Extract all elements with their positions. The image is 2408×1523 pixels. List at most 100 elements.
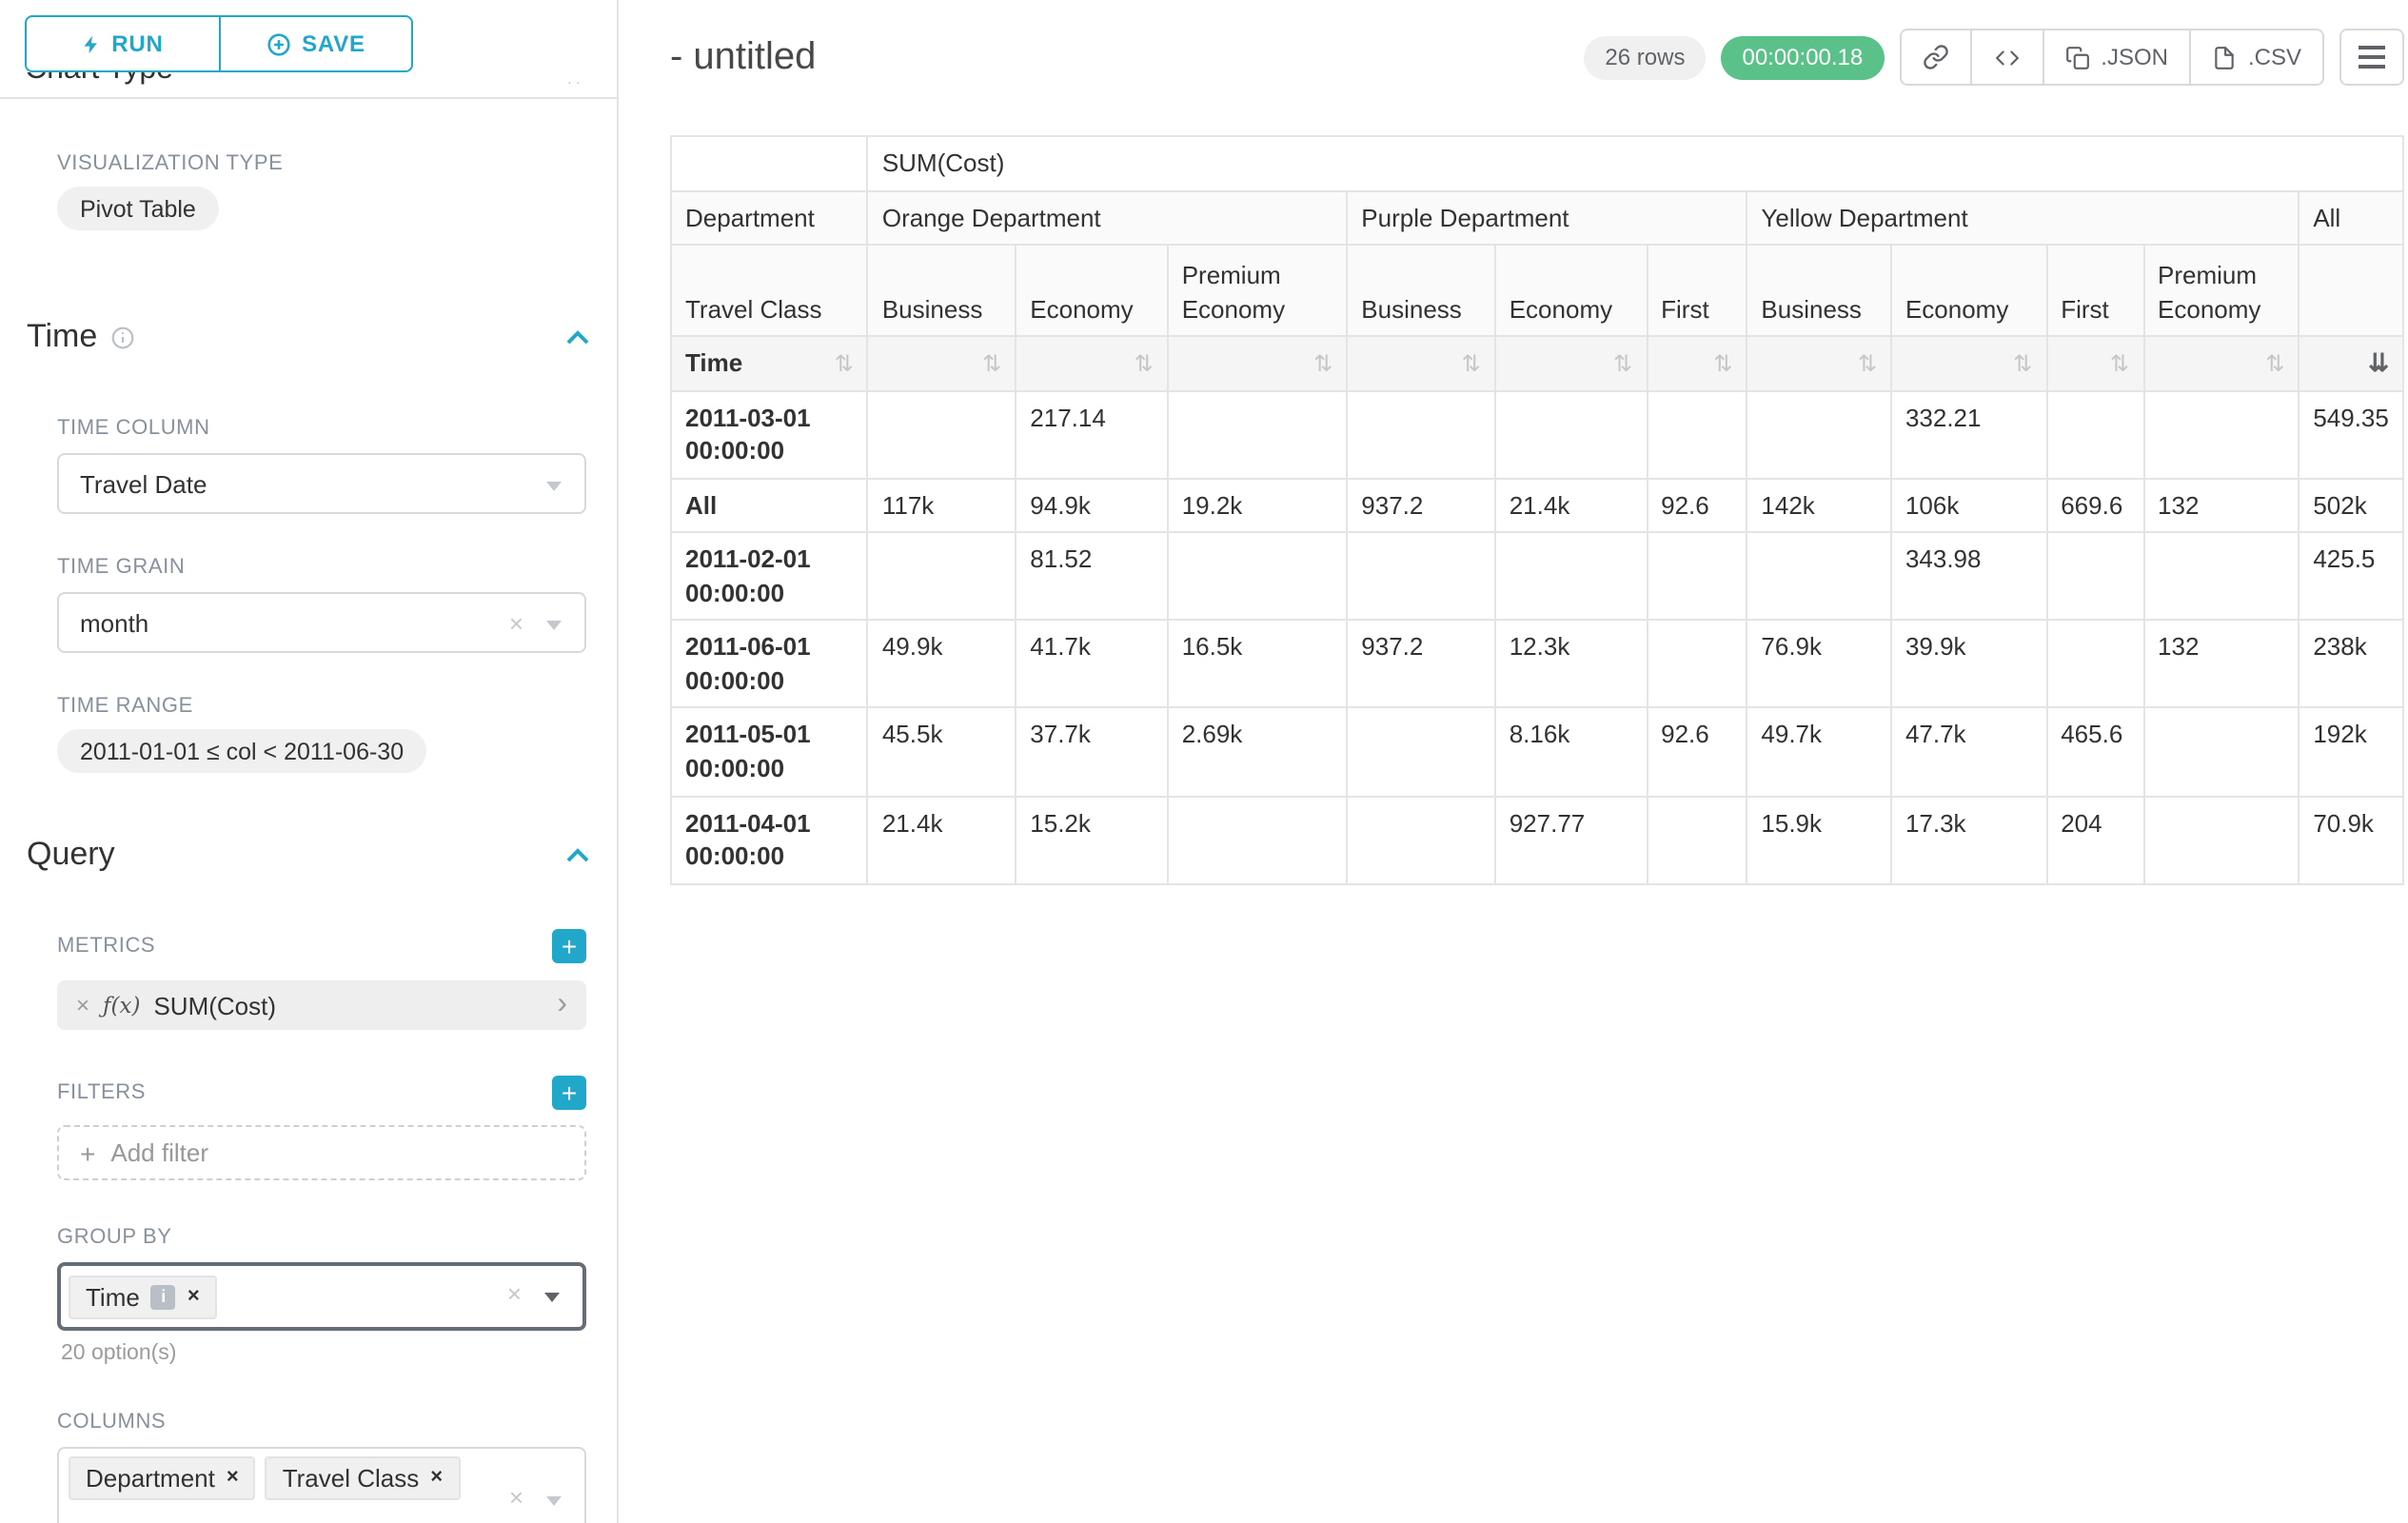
column-sort-header[interactable]: ⇅: [1647, 336, 1747, 390]
column-sort-header[interactable]: ⇅: [1168, 336, 1348, 390]
travel-class-header[interactable]: First: [2046, 245, 2143, 336]
add-metric-button[interactable]: +: [552, 929, 586, 963]
value-cell: [1647, 621, 1747, 708]
sort-icon[interactable]: ⇅: [1313, 350, 1332, 377]
chart-title[interactable]: - untitled: [670, 35, 816, 79]
value-cell: 49.9k: [868, 621, 1016, 708]
column-sort-header[interactable]: ⇅: [2143, 336, 2299, 390]
row-count-badge: 26 rows: [1584, 35, 1706, 79]
column-sort-header[interactable]: ⇅: [1747, 336, 1891, 390]
time-grain-select[interactable]: month ×: [57, 592, 586, 653]
column-sort-header[interactable]: ⇅: [1347, 336, 1494, 390]
department-header[interactable]: Orange Department: [868, 190, 1347, 245]
column-sort-header[interactable]: ⇅: [1495, 336, 1647, 390]
value-cell: [1747, 533, 1891, 621]
clear-icon[interactable]: ×: [509, 609, 523, 639]
column-sort-header[interactable]: ⇅: [1016, 336, 1167, 390]
value-cell: [1347, 708, 1494, 796]
clear-icon[interactable]: ×: [509, 1482, 523, 1512]
add-filter-dropzone[interactable]: + Add filter: [57, 1125, 586, 1180]
travel-class-header[interactable]: Business: [868, 245, 1016, 336]
columns-tag[interactable]: Travel Class×: [266, 1456, 460, 1500]
remove-tag-icon[interactable]: ×: [188, 1286, 200, 1307]
chevron-down-icon: [544, 1293, 560, 1302]
sort-icon[interactable]: ⇅: [2013, 350, 2032, 377]
groupby-select[interactable]: Timei× ×: [57, 1262, 586, 1331]
value-cell: 425.5: [2299, 533, 2403, 621]
metric-header: SUM(Cost): [868, 136, 2403, 190]
travel-class-header[interactable]: Business: [1747, 245, 1891, 336]
value-cell: 19.2k: [1168, 478, 1348, 532]
row-label: 2011-04-01 00:00:00: [671, 796, 868, 883]
filters-label: FILTERS: [57, 1081, 146, 1104]
travel-class-header[interactable]: Economy: [1495, 245, 1647, 336]
travel-class-header[interactable]: Economy: [1016, 245, 1167, 336]
column-sort-header[interactable]: ⇅: [2046, 336, 2143, 390]
menu-button[interactable]: [2339, 29, 2404, 86]
explore-page: RUN SAVE Chart Type ∙∙ VISUALIZATION TYP…: [0, 0, 2408, 1523]
sort-icon[interactable]: ⇅: [1613, 350, 1632, 377]
sort-icon[interactable]: ⇅: [1858, 350, 1877, 377]
metrics-label: METRICS: [57, 935, 155, 958]
value-cell: 217.14: [1016, 390, 1167, 478]
groupby-tag[interactable]: Timei×: [69, 1275, 217, 1318]
travel-class-header[interactable]: Business: [1347, 245, 1494, 336]
column-sort-header-active[interactable]: ⇊: [2299, 336, 2403, 390]
sort-icon[interactable]: ⇅: [1135, 350, 1154, 377]
sort-icon[interactable]: ⇅: [982, 350, 1001, 377]
time-column-value: Travel Date: [80, 469, 207, 498]
column-dimension-header: Department: [671, 190, 868, 245]
column-sort-header[interactable]: ⇅: [1891, 336, 2046, 390]
add-filter-button[interactable]: +: [552, 1076, 586, 1110]
visualization-type-value[interactable]: Pivot Table: [57, 187, 219, 230]
time-section-header[interactable]: Time: [0, 318, 617, 356]
metric-option[interactable]: × ƒ(x) SUM(Cost) ›: [57, 980, 586, 1030]
chevron-up-icon[interactable]: [565, 847, 590, 864]
function-icon: ƒ(x): [103, 992, 140, 1019]
info-circle-icon: [110, 325, 135, 349]
sort-desc-active-icon[interactable]: ⇊: [2368, 348, 2389, 377]
value-cell: 49.7k: [1747, 708, 1891, 796]
department-header[interactable]: Purple Department: [1347, 190, 1747, 245]
value-cell: 21.4k: [1495, 478, 1647, 532]
download-json-button[interactable]: .JSON: [2042, 30, 2189, 84]
info-badge-icon: i: [151, 1284, 176, 1309]
row-dimension-sort-header[interactable]: Time⇅: [671, 336, 868, 390]
link-icon: [1922, 44, 1948, 70]
hamburger-icon: [2359, 46, 2385, 69]
sort-icon[interactable]: ⇅: [1713, 350, 1732, 377]
save-button[interactable]: SAVE: [218, 17, 411, 70]
sort-icon[interactable]: ⇅: [2110, 350, 2129, 377]
value-cell: [2046, 390, 2143, 478]
chevron-up-icon[interactable]: [565, 329, 590, 346]
clear-icon[interactable]: ×: [507, 1279, 522, 1309]
sort-icon[interactable]: ⇅: [1462, 350, 1481, 377]
columns-select[interactable]: Department×Travel Class× ×: [57, 1447, 586, 1523]
column-sort-header[interactable]: ⇅: [868, 336, 1016, 390]
run-button[interactable]: RUN: [27, 17, 218, 70]
row-label: 2011-05-01 00:00:00: [671, 708, 868, 796]
embed-code-button[interactable]: [1969, 30, 2042, 84]
sort-icon[interactable]: ⇅: [835, 348, 854, 379]
copy-link-button[interactable]: [1901, 30, 1969, 84]
remove-tag-icon[interactable]: ×: [227, 1468, 239, 1489]
query-timer-badge: 00:00:00.18: [1721, 35, 1884, 79]
time-column-select[interactable]: Travel Date: [57, 453, 586, 514]
columns-tag[interactable]: Department×: [69, 1456, 256, 1500]
sort-icon[interactable]: ⇅: [2265, 350, 2284, 377]
value-cell: [2046, 533, 2143, 621]
travel-class-header[interactable]: First: [1647, 245, 1747, 336]
travel-class-header[interactable]: Economy: [1891, 245, 2046, 336]
travel-class-header[interactable]: Premium Economy: [1168, 245, 1348, 336]
value-cell: 465.6: [2046, 708, 2143, 796]
time-range-value[interactable]: 2011-01-01 ≤ col < 2011-06-30: [57, 729, 426, 773]
remove-metric-icon[interactable]: ×: [76, 992, 89, 1019]
remove-tag-icon[interactable]: ×: [430, 1468, 443, 1489]
all-column-header[interactable]: All: [2299, 190, 2403, 245]
query-section-header[interactable]: Query: [0, 836, 617, 874]
travel-class-header[interactable]: Premium Economy: [2143, 245, 2299, 336]
department-header[interactable]: Yellow Department: [1747, 190, 2299, 245]
download-csv-button[interactable]: .CSV: [2189, 30, 2322, 84]
value-cell: [868, 390, 1016, 478]
chevron-right-icon[interactable]: ›: [557, 990, 567, 1020]
